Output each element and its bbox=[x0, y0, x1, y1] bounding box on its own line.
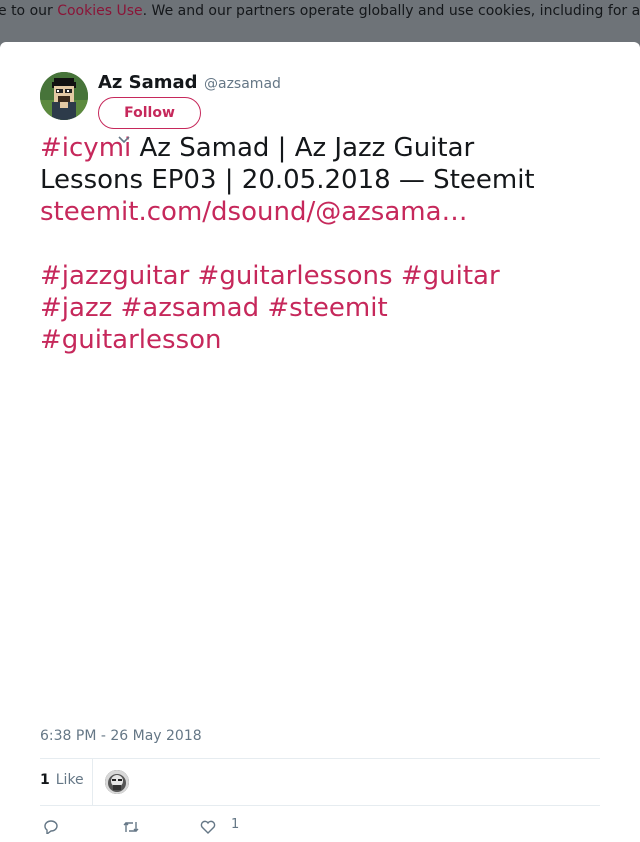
like-action[interactable] bbox=[200, 820, 216, 834]
tweet-timestamp[interactable]: 6:38 PM - 26 May 2018 bbox=[40, 728, 202, 744]
cookie-banner: e to our Cookies Use. We and our partner… bbox=[0, 0, 640, 42]
tweet-card: Az Samad @azsamad Follow #icymi Az Samad… bbox=[0, 42, 640, 842]
hashtag[interactable]: #guitarlessons bbox=[198, 261, 393, 291]
heart-icon bbox=[200, 820, 216, 834]
tweet-text: #icymi Az Samad | Az Jazz Guitar Lessons… bbox=[40, 132, 610, 356]
pixel-avatar-icon bbox=[40, 72, 88, 120]
liker-avatar[interactable] bbox=[105, 770, 129, 794]
reply-action[interactable] bbox=[43, 820, 59, 834]
cookies-use-link[interactable]: Cookies Use bbox=[57, 3, 142, 19]
stats-divider bbox=[92, 758, 93, 806]
hashtag[interactable]: #azsamad bbox=[121, 293, 260, 323]
reply-icon bbox=[44, 820, 58, 834]
hashtag[interactable]: #guitarlesson bbox=[40, 325, 222, 355]
cookie-text-after: . We and our partners operate globally a… bbox=[142, 3, 640, 19]
cookie-text-before: e to our bbox=[0, 3, 58, 19]
hashtags-line-3: #guitarlesson bbox=[40, 324, 610, 356]
hashtags-line-1: #jazzguitar #guitarlessons #guitar bbox=[40, 260, 610, 292]
avatar[interactable] bbox=[40, 72, 88, 120]
hashtags-line-2: #jazz #azsamad #steemit bbox=[40, 292, 610, 324]
user-handle[interactable]: @azsamad bbox=[204, 76, 281, 92]
hashtag[interactable]: #guitar bbox=[401, 261, 500, 291]
divider bbox=[40, 805, 600, 806]
likes-count: 1 bbox=[40, 772, 50, 788]
follow-button[interactable]: Follow bbox=[98, 97, 201, 129]
hashtag[interactable]: #steemit bbox=[267, 293, 387, 323]
liker-face-icon bbox=[105, 770, 129, 794]
hashtag[interactable]: #jazzguitar bbox=[40, 261, 189, 291]
likes-stat[interactable]: 1 Like bbox=[40, 772, 84, 788]
hashtag[interactable]: #jazz bbox=[40, 293, 112, 323]
retweet-action[interactable] bbox=[122, 820, 140, 834]
retweet-icon bbox=[123, 822, 139, 832]
like-action-count: 1 bbox=[231, 817, 240, 832]
text-spacer bbox=[40, 228, 610, 260]
tweet-title-part-1: Az Samad | Az Jazz Guitar bbox=[131, 133, 475, 163]
chevron-down-icon[interactable] bbox=[117, 135, 131, 145]
tweet-link[interactable]: steemit.com/dsound/@azsama… bbox=[40, 196, 610, 228]
display-name[interactable]: Az Samad bbox=[98, 72, 198, 93]
likes-label: Like bbox=[55, 772, 84, 788]
divider bbox=[40, 758, 600, 759]
cookie-banner-text: e to our Cookies Use. We and our partner… bbox=[0, 1, 640, 21]
tweet-title-part-2: Lessons EP03 | 20.05.2018 — Steemit bbox=[40, 165, 535, 195]
